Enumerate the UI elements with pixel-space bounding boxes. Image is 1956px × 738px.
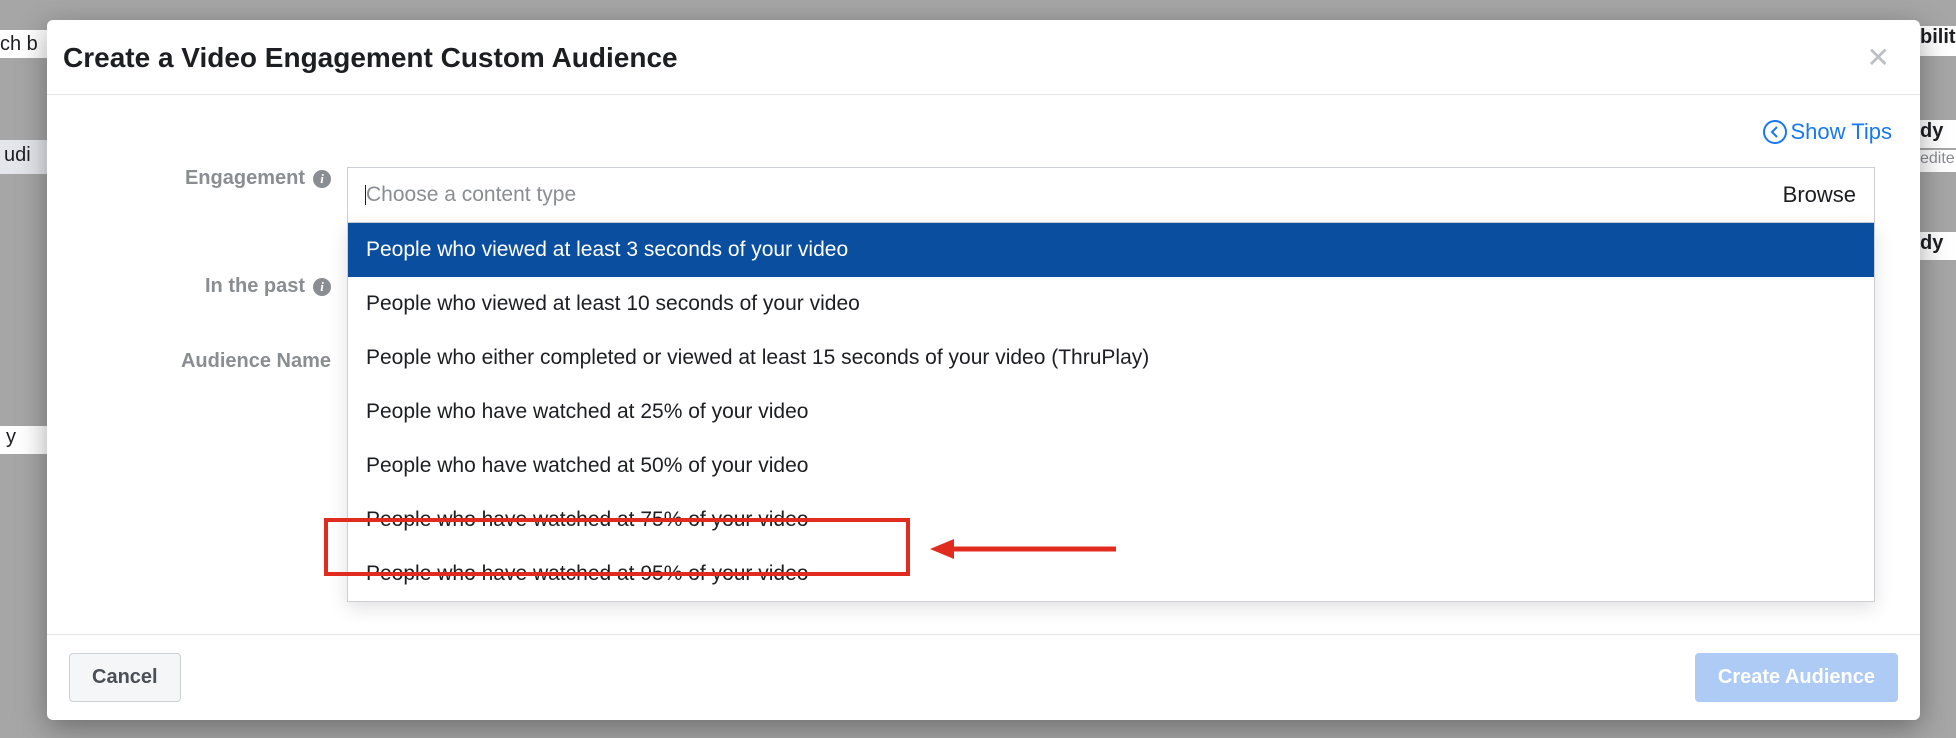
show-tips-label: Show Tips	[1791, 119, 1893, 145]
modal-body: Show Tips Engagement i Choose a content …	[47, 95, 1920, 634]
bg-text: bilit	[1920, 26, 1956, 56]
info-icon[interactable]: i	[313, 170, 331, 188]
close-icon[interactable]: ✕	[1867, 44, 1890, 72]
bg-text: edite	[1920, 150, 1956, 172]
bg-text: dy	[1920, 232, 1956, 260]
in-the-past-label: In the past i	[71, 275, 347, 298]
engagement-placeholder: Choose a content type	[366, 183, 576, 207]
info-icon[interactable]: i	[313, 278, 331, 296]
audience-name-label: Audience Name	[71, 350, 347, 373]
engagement-combo[interactable]: Choose a content type Browse	[347, 167, 1875, 223]
dropdown-option[interactable]: People who have watched at 95% of your v…	[348, 547, 1874, 601]
engagement-row: Engagement i Choose a content type Brows…	[71, 167, 1896, 223]
engagement-dropdown: People who viewed at least 3 seconds of …	[347, 223, 1875, 602]
modal-footer: Cancel Create Audience	[47, 634, 1920, 720]
dropdown-option[interactable]: People who have watched at 25% of your v…	[348, 385, 1874, 439]
create-audience-button[interactable]: Create Audience	[1695, 653, 1898, 702]
engagement-label: Engagement i	[71, 167, 347, 190]
cancel-button[interactable]: Cancel	[69, 653, 181, 702]
modal-header: Create a Video Engagement Custom Audienc…	[47, 20, 1920, 95]
dropdown-option[interactable]: People who have watched at 50% of your v…	[348, 439, 1874, 493]
dropdown-option[interactable]: People who have watched at 75% of your v…	[348, 493, 1874, 547]
dropdown-option[interactable]: People who either completed or viewed at…	[348, 331, 1874, 385]
create-audience-modal: Create a Video Engagement Custom Audienc…	[47, 20, 1920, 720]
modal-title: Create a Video Engagement Custom Audienc…	[63, 42, 678, 74]
dropdown-option[interactable]: People who viewed at least 10 seconds of…	[348, 277, 1874, 331]
bg-text: udi	[0, 140, 47, 174]
show-tips-link[interactable]: Show Tips	[1763, 119, 1893, 145]
bg-text: y	[0, 426, 47, 454]
dropdown-option[interactable]: People who viewed at least 3 seconds of …	[348, 223, 1874, 277]
bg-text: ch b	[0, 30, 47, 58]
chevron-left-icon	[1763, 120, 1787, 144]
browse-link[interactable]: Browse	[1783, 182, 1856, 208]
bg-text: dy	[1920, 120, 1956, 148]
